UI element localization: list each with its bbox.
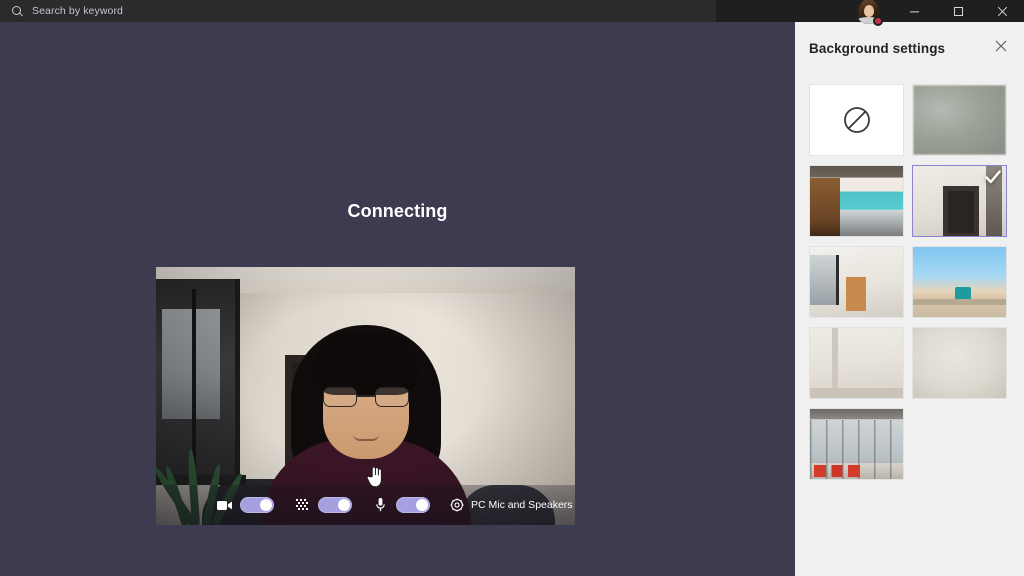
background-option-office[interactable]	[809, 408, 904, 480]
gear-icon	[450, 498, 464, 512]
background-option-loft-wall[interactable]	[809, 327, 904, 399]
background-option-plain-wall[interactable]	[912, 327, 1007, 399]
audio-device-selector[interactable]: PC Mic and Speakers	[450, 498, 573, 512]
close-icon	[997, 6, 1008, 17]
presence-badge	[873, 16, 883, 26]
camera-icon	[216, 497, 232, 513]
background-option-blur[interactable]	[912, 84, 1007, 156]
camera-toggle[interactable]	[240, 497, 274, 513]
thumbnail-art	[810, 247, 903, 317]
background-option-white-room[interactable]	[809, 246, 904, 318]
thumbnail-art	[810, 166, 903, 236]
panel-header: Background settings	[795, 22, 1024, 74]
minimize-icon	[909, 6, 920, 17]
background-settings-panel: Background settings	[795, 22, 1024, 576]
microphone-control[interactable]	[372, 497, 430, 513]
thumbnail-art	[810, 328, 903, 398]
meeting-stage: Connecting PC Mic and Speakers	[0, 22, 795, 576]
thumbnail-art	[913, 85, 1006, 155]
thumbnail-art	[810, 409, 903, 479]
title-bar: Search by keyword	[0, 0, 1024, 26]
background-effects-control[interactable]	[294, 497, 352, 513]
maximize-icon	[953, 6, 964, 17]
microphone-icon	[372, 497, 388, 513]
background-option-room-frame[interactable]	[912, 165, 1007, 237]
background-thumbnail-grid	[795, 84, 1024, 480]
connecting-status: Connecting	[347, 201, 448, 221]
search-bar[interactable]: Search by keyword	[0, 0, 716, 22]
no-background-icon	[842, 105, 872, 135]
background-effects-icon	[294, 497, 310, 513]
app-window: Search by keyword Connecting PC Mic and …	[0, 0, 1024, 576]
microphone-toggle[interactable]	[396, 497, 430, 513]
maximize-button[interactable]	[936, 0, 980, 22]
audio-device-label: PC Mic and Speakers	[471, 499, 573, 511]
thumbnail-art	[913, 247, 1006, 317]
title-bar-right	[856, 0, 1024, 26]
avatar[interactable]	[856, 0, 883, 26]
background-option-beach[interactable]	[912, 246, 1007, 318]
background-option-kitchen[interactable]	[809, 165, 904, 237]
search-icon	[12, 5, 23, 17]
camera-control[interactable]	[216, 497, 274, 513]
background-effects-toggle[interactable]	[318, 497, 352, 513]
minimize-button[interactable]	[892, 0, 936, 22]
close-button[interactable]	[980, 0, 1024, 22]
thumbnail-art	[913, 328, 1006, 398]
close-icon	[995, 39, 1007, 57]
search-placeholder: Search by keyword	[32, 5, 123, 17]
panel-title: Background settings	[809, 40, 946, 56]
selected-check-icon	[984, 168, 1002, 186]
background-option-none[interactable]	[809, 84, 904, 156]
video-preview[interactable]: PC Mic and Speakers	[156, 267, 575, 525]
panel-close-button[interactable]	[990, 37, 1012, 59]
video-preview-toolbar: PC Mic and Speakers	[156, 485, 575, 525]
